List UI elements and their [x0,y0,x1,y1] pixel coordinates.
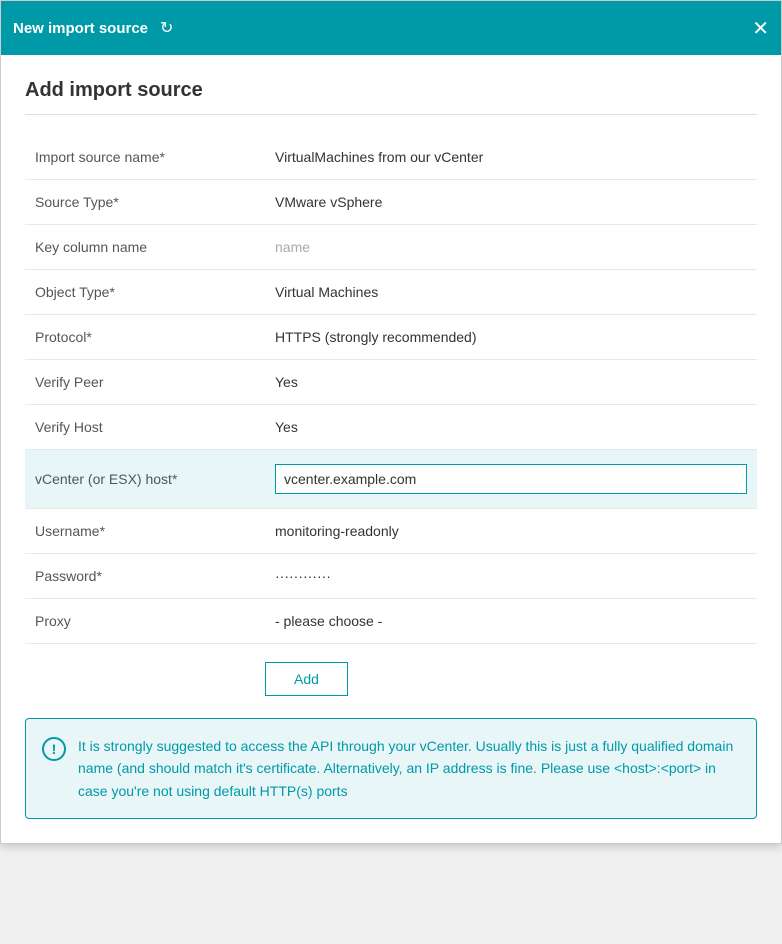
form-row: Protocol* HTTPS (strongly recommended) [25,315,757,360]
field-text: Virtual Machines [275,284,378,300]
form-row: Username* monitoring-readonly [25,509,757,554]
refresh-button[interactable]: ↻ [160,18,173,38]
field-value: VMware vSphere [265,180,757,225]
form-row: Import source name* VirtualMachines from … [25,135,757,180]
form-row: Object Type* Virtual Machines [25,270,757,315]
field-label: Object Type* [25,270,265,315]
window: New import source ↻ ✕ Add import source … [0,0,782,844]
field-text: monitoring-readonly [275,523,399,539]
field-value: name [265,225,757,270]
field-label: Proxy [25,599,265,644]
form-row: Proxy - please choose - [25,599,757,644]
field-label: vCenter (or ESX) host* [25,450,265,509]
vcenter-host-input[interactable] [275,464,747,494]
add-button[interactable]: Add [265,662,348,696]
field-text: - please choose - [275,613,382,629]
close-icon: ✕ [752,16,769,41]
field-label: Source Type* [25,180,265,225]
title-bar: New import source ↻ ✕ [1,1,781,55]
close-button[interactable]: ✕ [752,16,769,41]
form-table: Import source name* VirtualMachines from … [25,135,757,644]
field-label: Username* [25,509,265,554]
title-bar-left: New import source ↻ [13,18,173,38]
field-label: Verify Host [25,405,265,450]
field-label: Password* [25,554,265,599]
field-value: Yes [265,405,757,450]
field-text: VMware vSphere [275,194,382,210]
info-text: It is strongly suggested to access the A… [78,735,740,802]
form-row: Password* ············ [25,554,757,599]
info-box: ! It is strongly suggested to access the… [25,718,757,819]
field-text: HTTPS (strongly recommended) [275,329,477,345]
page-title: Add import source [25,79,757,115]
field-text: ············ [275,568,331,584]
field-value: Yes [265,360,757,405]
field-value: - please choose - [265,599,757,644]
field-value[interactable] [265,450,757,509]
info-icon: ! [42,737,66,761]
field-value: VirtualMachines from our vCenter [265,135,757,180]
field-value: HTTPS (strongly recommended) [265,315,757,360]
field-text: Yes [275,419,298,435]
field-value: Virtual Machines [265,270,757,315]
field-value: ············ [265,554,757,599]
field-label: Import source name* [25,135,265,180]
field-label: Key column name [25,225,265,270]
field-text: Yes [275,374,298,390]
field-label: Protocol* [25,315,265,360]
field-label: Verify Peer [25,360,265,405]
form-row: vCenter (or ESX) host* [25,450,757,509]
form-content: Add import source Import source name* Vir… [1,55,781,843]
window-title: New import source [13,20,148,37]
field-text: VirtualMachines from our vCenter [275,149,483,165]
field-placeholder: name [275,239,310,255]
form-row: Verify Host Yes [25,405,757,450]
form-row: Source Type* VMware vSphere [25,180,757,225]
field-value: monitoring-readonly [265,509,757,554]
refresh-icon: ↻ [160,18,173,38]
form-row: Key column name name [25,225,757,270]
form-row: Verify Peer Yes [25,360,757,405]
add-button-row: Add [25,644,757,706]
